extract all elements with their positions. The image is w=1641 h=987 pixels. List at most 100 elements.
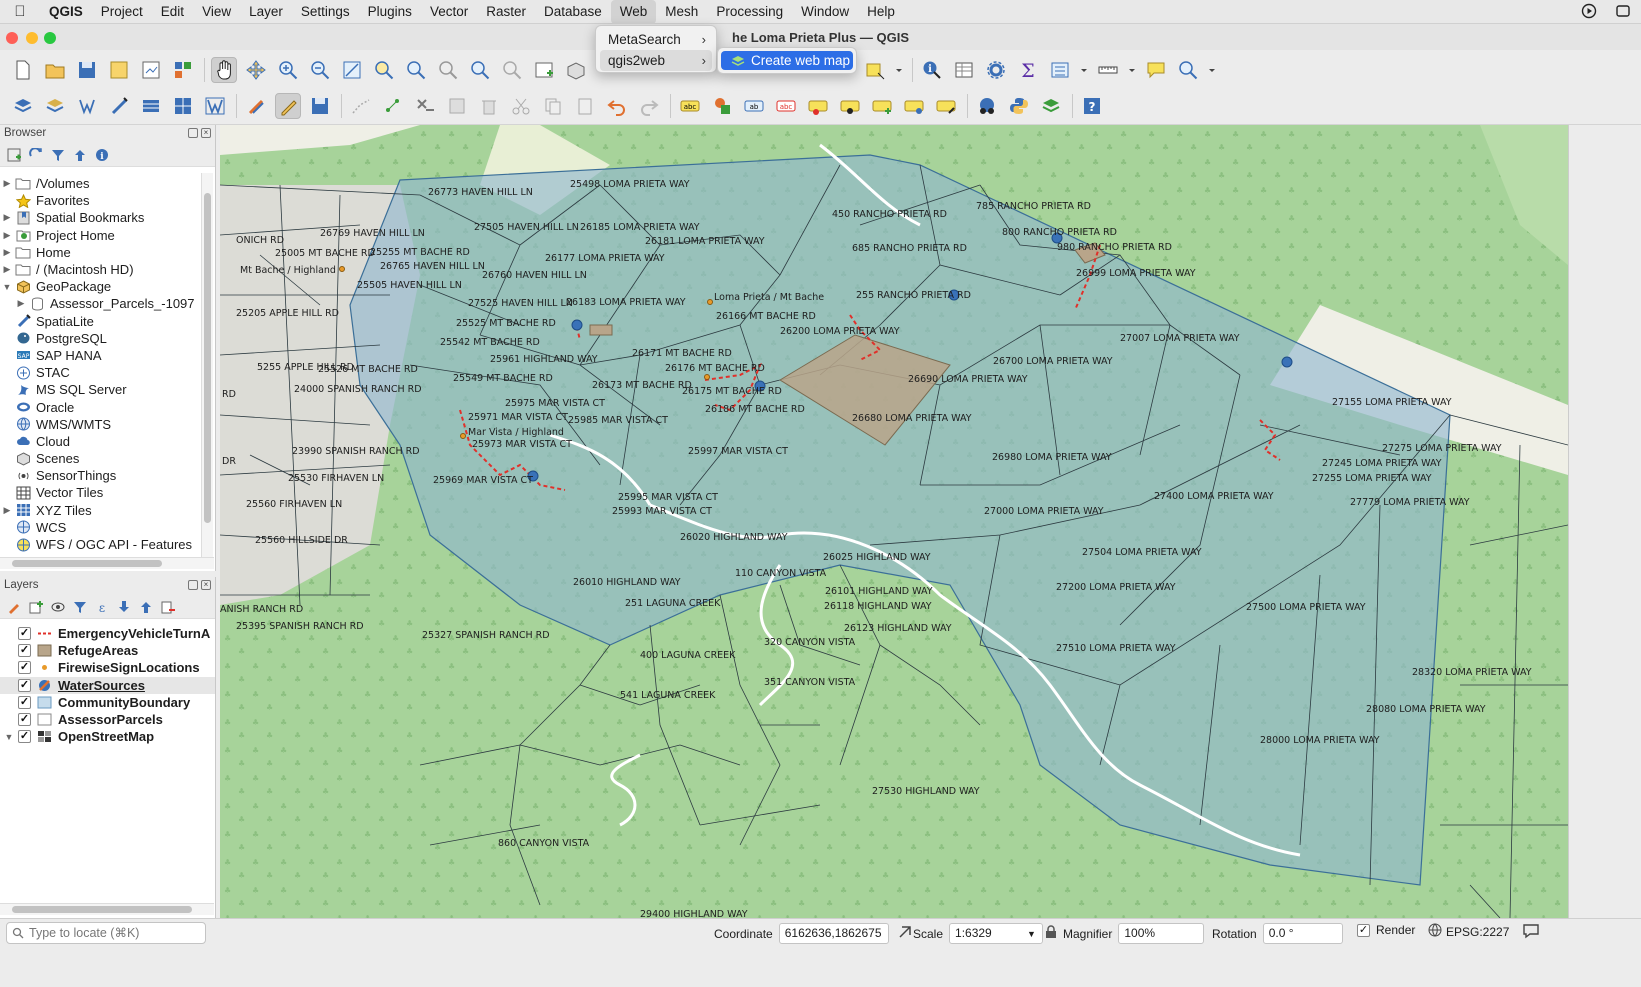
browser-item-cloud[interactable]: Cloud <box>0 433 200 450</box>
move-label-icon[interactable] <box>837 93 863 119</box>
menu-item-create-web-map[interactable]: Create web map <box>721 51 853 70</box>
browser-item-volumes[interactable]: ▶ /Volumes <box>0 175 200 192</box>
show-hide-labels-icon[interactable] <box>805 93 831 119</box>
browser-item-wcs[interactable]: WCS <box>0 519 200 536</box>
add-group-icon[interactable] <box>28 599 44 615</box>
paste-features-icon[interactable] <box>572 93 598 119</box>
browser-item-macintosh-hd[interactable]: ▶ / (Macintosh HD) <box>0 261 200 278</box>
browser-item-vector-tiles[interactable]: Vector Tiles <box>0 484 200 501</box>
browser-item-spatial-bookmarks[interactable]: ▶ Spatial Bookmarks <box>0 209 200 226</box>
locate-search-input[interactable]: Type to locate (⌘K) <box>6 922 206 944</box>
expand-arrow-icon[interactable]: ▶ <box>14 298 28 309</box>
layer-visibility-checkbox[interactable]: ✓ <box>18 678 31 692</box>
zoom-to-selection-icon[interactable] <box>371 57 397 83</box>
zoom-out-icon[interactable] <box>307 57 333 83</box>
new-print-layout-icon[interactable] <box>106 57 132 83</box>
menu-item-qgis2web[interactable]: qgis2web › <box>600 50 712 71</box>
save-project-icon[interactable] <box>74 57 100 83</box>
float-layers-panel-icon[interactable] <box>188 580 198 590</box>
refresh-icon[interactable] <box>28 147 44 163</box>
browser-item-sap-hana[interactable]: SAP SAP HANA <box>0 347 200 364</box>
messages-icon[interactable] <box>1522 923 1540 942</box>
add-vector-layer-icon[interactable] <box>10 93 36 119</box>
browser-item-ms-sql-server[interactable]: MS SQL Server <box>0 381 200 398</box>
expand-arrow-icon[interactable]: ▶ <box>0 505 14 516</box>
save-edits-icon[interactable] <box>307 93 333 119</box>
select-dropdown-icon[interactable] <box>894 57 904 83</box>
zoom-to-layer-icon[interactable] <box>403 57 429 83</box>
cut-features-icon[interactable] <box>508 93 534 119</box>
add-wcs-icon[interactable] <box>202 93 228 119</box>
toggle-editing-icon[interactable] <box>275 93 301 119</box>
change-label-icon[interactable] <box>901 93 927 119</box>
select-features-icon[interactable] <box>862 57 888 83</box>
close-layers-panel-icon[interactable]: × <box>201 580 211 590</box>
label-toolbar-icon[interactable]: abc <box>677 93 703 119</box>
rotate-label-icon[interactable] <box>869 93 895 119</box>
layer-visibility-checkbox[interactable]: ✓ <box>18 713 31 727</box>
collapse-all-layers-icon[interactable] <box>138 599 154 615</box>
browser-item-home[interactable]: ▶ Home <box>0 244 200 261</box>
magnifier-spinbox[interactable]: 100% <box>1118 923 1205 944</box>
menu-plugins[interactable]: Plugins <box>359 0 421 24</box>
digitize-line-icon[interactable] <box>348 93 374 119</box>
open-project-icon[interactable] <box>42 57 68 83</box>
open-field-calculator-icon[interactable] <box>1047 57 1073 83</box>
attribute-table-icon[interactable] <box>951 57 977 83</box>
python-console-icon[interactable] <box>1006 93 1032 119</box>
menu-window[interactable]: Window <box>792 0 858 24</box>
expand-arrow-icon[interactable]: ▶ <box>0 212 14 223</box>
expand-all-icon[interactable] <box>116 599 132 615</box>
browser-item-scenes[interactable]: Scenes <box>0 450 200 467</box>
help-icon[interactable]: ? <box>1079 93 1105 119</box>
properties-info-icon[interactable]: i <box>94 147 110 163</box>
browser-item-sensorthings[interactable]: SensorThings <box>0 467 200 484</box>
play-circle-icon[interactable] <box>1581 3 1597 22</box>
expand-arrow-icon[interactable]: ▶ <box>0 264 14 275</box>
expand-arrow-icon[interactable]: ▶ <box>0 247 14 258</box>
field-calc-dropdown-icon[interactable] <box>1079 57 1089 83</box>
close-panel-icon[interactable]: × <box>201 128 211 138</box>
trash-icon[interactable] <box>476 93 502 119</box>
menu-processing[interactable]: Processing <box>707 0 792 24</box>
rotation-spinbox[interactable]: 0.0 ° <box>1262 923 1343 944</box>
zoom-last-icon[interactable] <box>467 57 493 83</box>
menu-web[interactable]: Web <box>610 0 657 24</box>
expand-arrow-icon[interactable]: ▶ <box>0 178 14 189</box>
pan-map-icon[interactable] <box>211 56 237 83</box>
menu-app-name[interactable]: QGIS <box>40 0 92 24</box>
new-map-view-icon[interactable] <box>531 57 557 83</box>
locator-dropdown-icon[interactable] <box>1207 57 1217 83</box>
browser-item-project-home[interactable]: ▶ Project Home <box>0 227 200 244</box>
add-wms-icon[interactable] <box>138 93 164 119</box>
layer-watersources[interactable]: ✓ WaterSources <box>0 676 215 694</box>
expand-arrow-icon[interactable]: ▶ <box>0 230 14 241</box>
locator-search-icon[interactable] <box>1175 57 1201 83</box>
measure-line-icon[interactable] <box>1095 57 1121 83</box>
layer-visibility-checkbox[interactable]: ✓ <box>18 661 31 675</box>
add-wfs-icon[interactable] <box>170 93 196 119</box>
map-canvas[interactable]: ♣ ♣ <box>220 125 1568 918</box>
add-spatialite-icon[interactable] <box>106 93 132 119</box>
redo-icon[interactable] <box>636 93 662 119</box>
browser-item-postgresql[interactable]: PostgreSQL <box>0 330 200 347</box>
browser-item-spatialite[interactable]: SpatiaLite <box>0 313 200 330</box>
browser-item-oracle[interactable]: Oracle <box>0 398 200 415</box>
layer-openstreetmap[interactable]: ▼ ✓ OpenStreetMap <box>0 728 215 745</box>
new-3d-map-view-icon[interactable] <box>563 57 589 83</box>
qgis2web-icon[interactable] <box>1038 93 1064 119</box>
menu-help[interactable]: Help <box>858 0 904 24</box>
metasearch-icon[interactable] <box>974 93 1000 119</box>
layout-manager-icon[interactable] <box>138 57 164 83</box>
layer-expand-arrow-icon[interactable]: ▼ <box>0 732 18 742</box>
layer-refugeareas[interactable]: ✓ RefugeAreas <box>0 642 215 659</box>
processing-toolbox-icon[interactable] <box>983 57 1009 83</box>
add-delimited-text-icon[interactable] <box>74 93 100 119</box>
menu-raster[interactable]: Raster <box>477 0 535 24</box>
current-edits-icon[interactable] <box>243 93 269 119</box>
highlight-pinned-labels-icon[interactable]: ab <box>741 93 767 119</box>
apple-icon[interactable]:  <box>0 3 40 20</box>
layer-assessorparcels[interactable]: ✓ AssessorParcels <box>0 711 215 728</box>
map-tips-icon[interactable] <box>1143 57 1169 83</box>
style-manager-icon[interactable] <box>170 57 196 83</box>
